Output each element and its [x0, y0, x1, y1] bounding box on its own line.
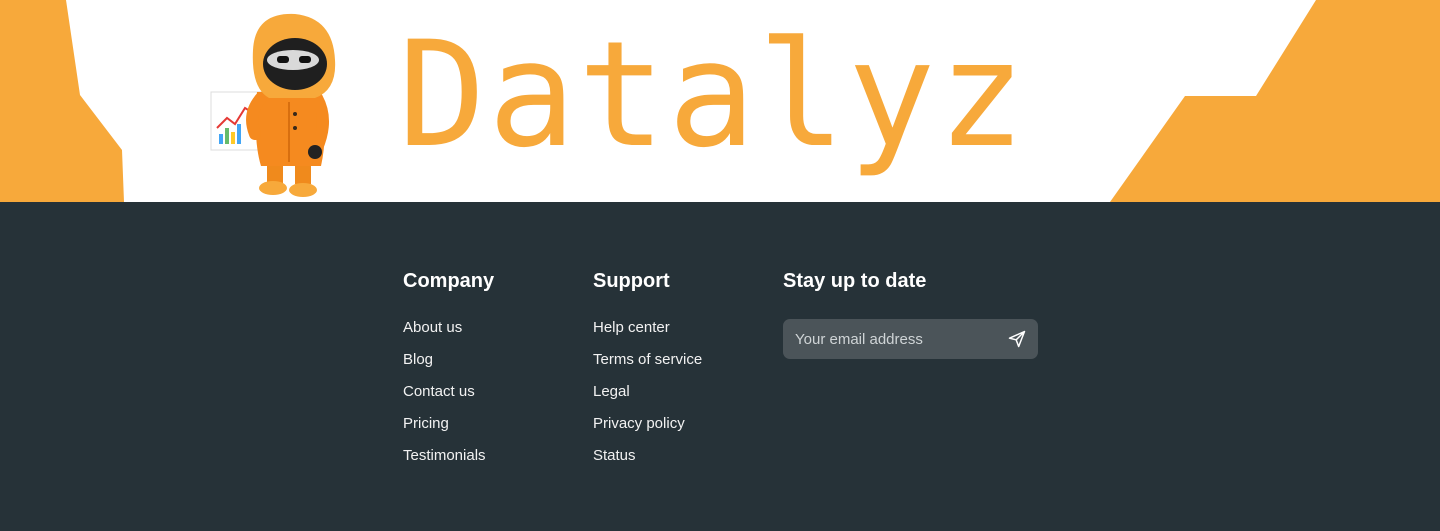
newsletter-heading: Stay up to date	[783, 270, 927, 292]
support-column: Support Help center Terms of service Leg…	[593, 268, 702, 479]
support-links: Help center Terms of service Legal Priva…	[593, 319, 702, 465]
header-banner: Datalyz	[0, 0, 1440, 202]
company-column: Company About us Blog Contact us Pricing…	[403, 268, 494, 479]
footer-link-testimonials[interactable]: Testimonials	[403, 447, 494, 465]
footer-link-pricing[interactable]: Pricing	[403, 415, 494, 433]
hooded-mascot-with-chart-icon	[210, 13, 336, 197]
company-heading: Company	[403, 270, 495, 292]
email-input[interactable]	[783, 320, 996, 358]
footer-link-privacy-policy[interactable]: Privacy policy	[593, 415, 702, 433]
footer-link-blog[interactable]: Blog	[403, 351, 494, 369]
footer-link-legal[interactable]: Legal	[593, 383, 702, 401]
send-button[interactable]	[996, 319, 1038, 359]
brand-logo-text: Datalyz	[398, 10, 1028, 180]
footer-link-status[interactable]: Status	[593, 447, 702, 465]
footer-link-terms-of-service[interactable]: Terms of service	[593, 351, 702, 369]
support-heading: Support	[593, 270, 670, 292]
newsletter-column: Stay up to date	[783, 268, 1038, 359]
send-icon	[1008, 330, 1026, 348]
left-orange-shape	[0, 0, 124, 202]
newsletter-form	[783, 319, 1038, 359]
right-orange-shape	[1110, 0, 1440, 202]
footer-link-about-us[interactable]: About us	[403, 319, 494, 337]
company-links: About us Blog Contact us Pricing Testimo…	[403, 319, 494, 465]
site-footer: Company About us Blog Contact us Pricing…	[0, 202, 1440, 531]
footer-link-contact-us[interactable]: Contact us	[403, 383, 494, 401]
footer-link-help-center[interactable]: Help center	[593, 319, 702, 337]
